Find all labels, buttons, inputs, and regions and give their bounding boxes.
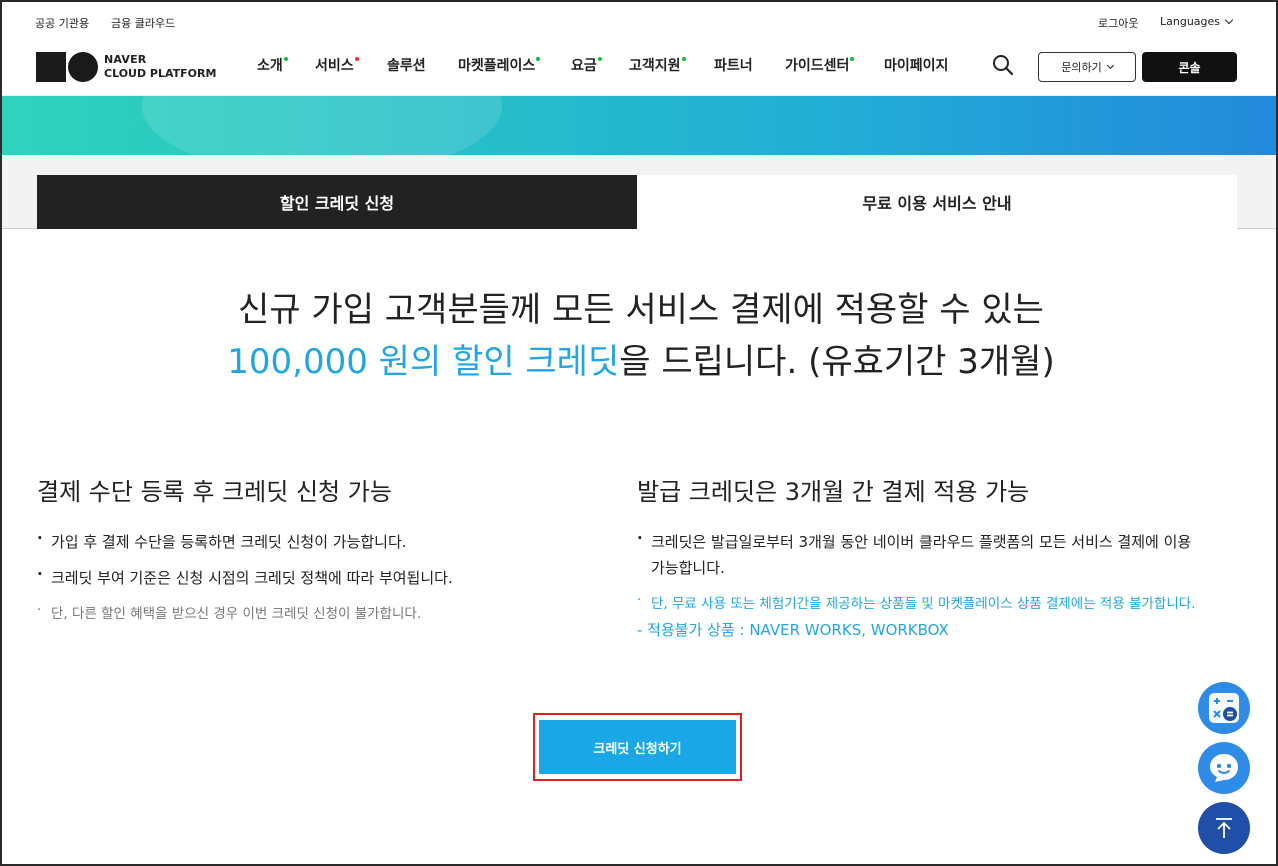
chatbot-icon	[1210, 754, 1238, 782]
promo-headline: 신규 가입 고객분들께 모든 서비스 결제에 적용할 수 있는 100,000 …	[2, 284, 1276, 388]
chatbot-fab[interactable]	[1198, 742, 1250, 794]
scroll-to-top-fab[interactable]	[1198, 802, 1250, 854]
note-text: 단, 다른 할인 혜택을 받으신 경우 이번 크레딧 신청이 불가합니다.	[37, 597, 597, 627]
section-title: 결제 수단 등록 후 크레딧 신청 가능	[37, 478, 392, 506]
list-item: 크레딧 부여 기준은 신청 시점의 크레딧 정책에 따라 부여됩니다.	[37, 561, 597, 591]
headline-line-2: 100,000 원의 할인 크레딧을 드립니다. (유효기간 3개월)	[2, 336, 1276, 388]
calculator-fab[interactable]	[1198, 682, 1250, 734]
menu-item-intro[interactable]: 소개	[257, 55, 288, 75]
console-button[interactable]: 콘솔	[1142, 52, 1237, 82]
new-dot-icon	[354, 57, 359, 61]
list-item: 가입 후 결제 수단을 등록하면 크레딧 신청이 가능합니다.	[37, 525, 597, 555]
menu-label: 소개	[257, 58, 283, 74]
languages-dropdown[interactable]: Languages	[1160, 15, 1234, 28]
excluded-products: - 적용불가 상품 : NAVER WORKS, WORKBOX	[637, 621, 949, 639]
logo-text-naver: NAVER	[104, 53, 147, 66]
tab-band: 할인 크레딧 신청 무료 이용 서비스 안내	[2, 155, 1276, 229]
menu-item-solutions[interactable]: 솔루션	[387, 55, 426, 75]
calculator-icon	[1209, 693, 1239, 723]
headline-line-1: 신규 가입 고객분들께 모든 서비스 결제에 적용할 수 있는	[238, 290, 1044, 330]
section-title: 발급 크레딧은 3개월 간 결제 적용 가능	[637, 478, 1030, 506]
hero-banner	[2, 96, 1276, 155]
menu-item-guide-center[interactable]: 가이드센터	[785, 55, 855, 75]
tab-discount-credit[interactable]: 할인 크레딧 신청	[37, 175, 637, 229]
new-dot-icon	[597, 57, 602, 61]
logo-text-cloud-platform: CLOUD PLATFORM	[104, 67, 217, 80]
inquiry-button[interactable]: 문의하기	[1038, 52, 1136, 82]
menu-item-partners[interactable]: 파트너	[714, 55, 753, 75]
tab-free-services[interactable]: 무료 이용 서비스 안내	[637, 175, 1237, 229]
page-frame: 공공 기관용 금융 클라우드 로그아웃 Languages NAVER CLOU…	[0, 0, 1278, 866]
menu-item-support[interactable]: 고객지원	[629, 55, 686, 75]
finance-cloud-link[interactable]: 금융 클라우드	[111, 15, 175, 31]
list-item: 크레딧은 발급일로부터 3개월 동안 네이버 클라우드 플랫폼의 모든 서비스 …	[637, 525, 1197, 581]
banner-decoration	[142, 96, 502, 155]
main-navigation: NAVER CLOUD PLATFORM 소개 서비스 솔루션 마켓플레이스 요…	[2, 40, 1276, 96]
menu-label: 마켓플레이스	[458, 58, 536, 74]
menu-label: 솔루션	[387, 58, 426, 74]
note-text: 단, 무료 사용 또는 체험기간을 제공하는 상품들 및 마켓플레이스 상품 결…	[637, 587, 1197, 617]
menu-label: 마이페이지	[884, 58, 949, 74]
chevron-down-icon	[1224, 15, 1234, 25]
new-dot-icon	[681, 57, 686, 61]
utility-bar: 공공 기관용 금융 클라우드 로그아웃 Languages	[2, 2, 1276, 40]
new-dot-icon	[283, 57, 288, 61]
menu-label: 가이드센터	[785, 58, 850, 74]
menu-label: 파트너	[714, 58, 753, 74]
logo-square-mark	[36, 52, 66, 82]
search-icon[interactable]	[992, 54, 1014, 76]
logout-link[interactable]: 로그아웃	[1098, 15, 1138, 31]
menu-item-services[interactable]: 서비스	[315, 55, 359, 75]
menu-label: 고객지원	[629, 58, 681, 74]
menu-item-pricing[interactable]: 요금	[571, 55, 602, 75]
menu-label: 요금	[571, 58, 597, 74]
new-dot-icon	[536, 57, 541, 61]
headline-rest: 을 드립니다. (유효기간 3개월)	[619, 342, 1055, 382]
arrow-up-icon	[1216, 818, 1232, 838]
chevron-down-icon	[1106, 61, 1114, 69]
new-dot-icon	[850, 57, 855, 61]
menu-item-marketplace[interactable]: 마켓플레이스	[458, 55, 541, 75]
languages-label: Languages	[1160, 15, 1221, 28]
headline-highlight: 100,000 원의 할인 크레딧	[227, 342, 620, 382]
menu-item-mypage[interactable]: 마이페이지	[884, 55, 948, 75]
menu-label: 서비스	[315, 58, 354, 74]
cta-highlight-box: 크레딧 신청하기	[533, 713, 742, 781]
public-sector-link[interactable]: 공공 기관용	[35, 15, 89, 31]
credit-validity-section: 발급 크레딧은 3개월 간 결제 적용 가능 크레딧은 발급일로부터 3개월 동…	[637, 472, 1197, 643]
payment-method-section: 결제 수단 등록 후 크레딧 신청 가능 가입 후 결제 수단을 등록하면 크레…	[37, 472, 597, 627]
inquiry-label: 문의하기	[1061, 61, 1102, 74]
apply-credit-button[interactable]: 크레딧 신청하기	[539, 720, 736, 774]
logo-circle-mark	[68, 52, 98, 82]
